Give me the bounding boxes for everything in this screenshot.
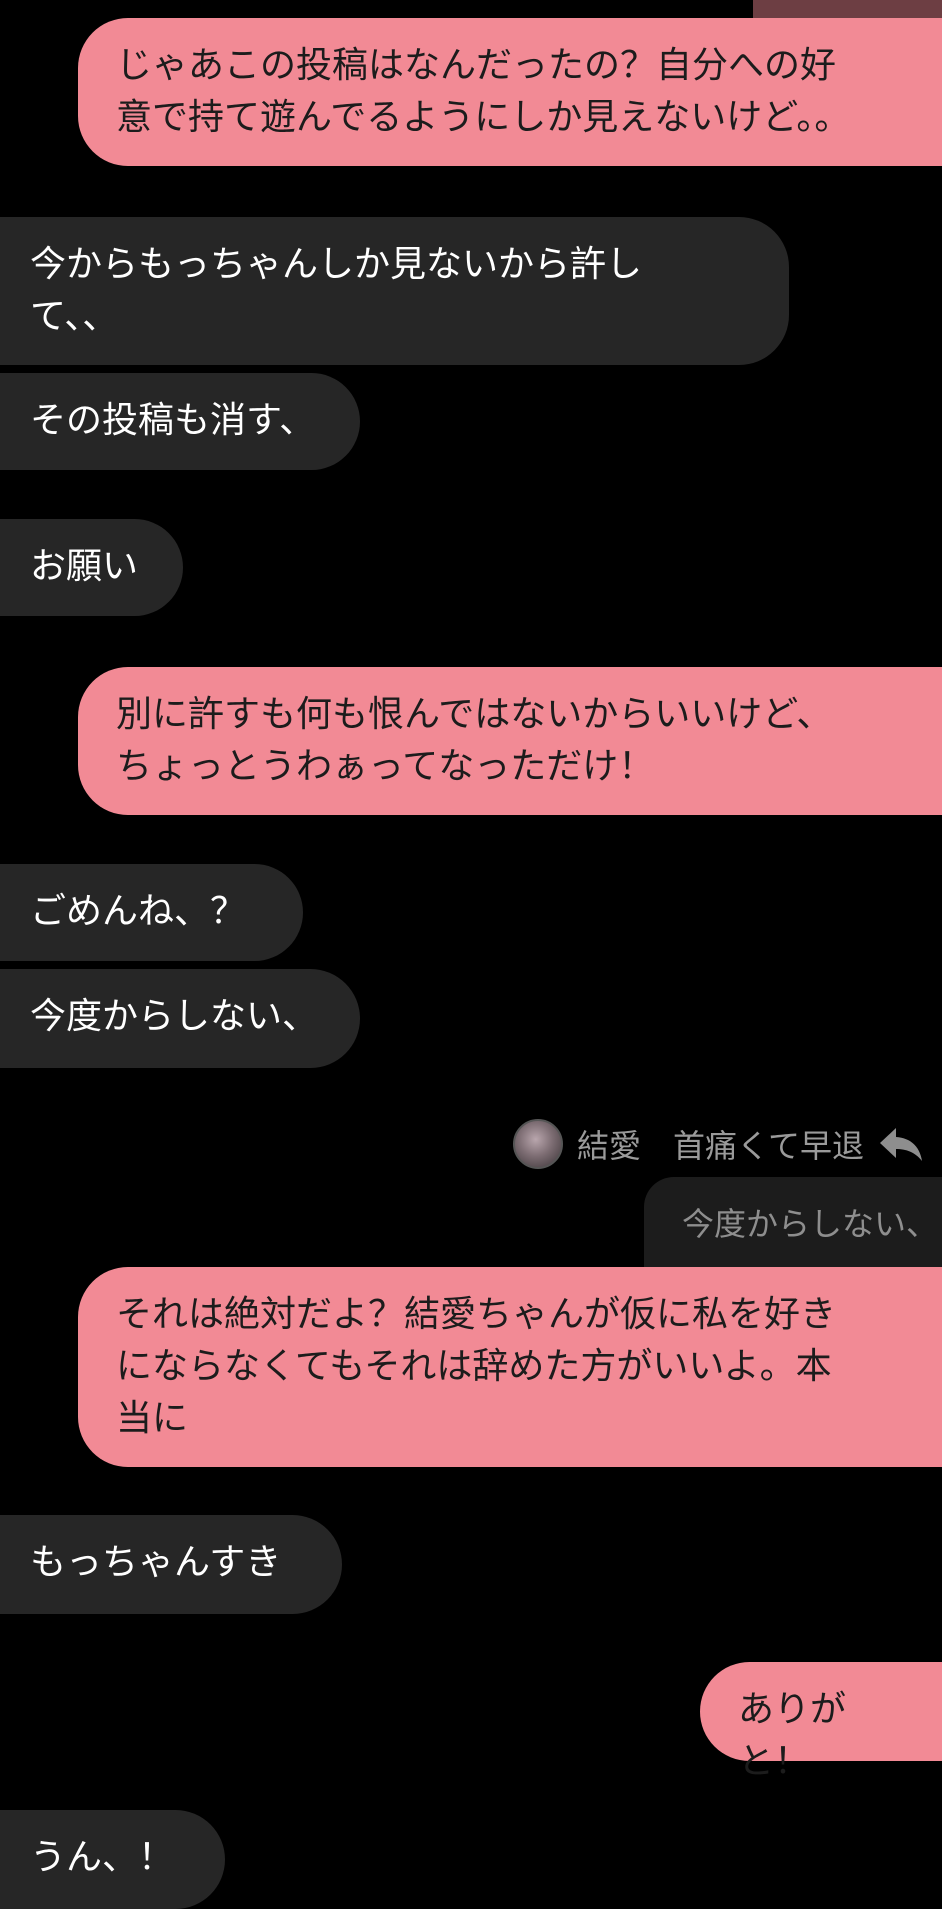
avatar[interactable]: [512, 1119, 563, 1169]
message-incoming[interactable]: ごめんね、？: [0, 864, 303, 961]
message-outgoing[interactable]: じゃあこの投稿はなんだったの？自分への好 意で持て遊んでるようにしか見えないけど…: [78, 18, 942, 166]
reply-context-header: 結愛 首痛くて早退: [512, 1116, 924, 1172]
message-outgoing[interactable]: それは絶対だよ？結愛ちゃんが仮に私を好き にならなくてもそれは辞めた方がいいよ。…: [78, 1267, 942, 1467]
message-incoming[interactable]: 今度からしない、: [0, 969, 360, 1068]
quoted-message[interactable]: 今度からしない、: [644, 1177, 942, 1267]
message-incoming[interactable]: お願い: [0, 519, 183, 616]
chat-thread[interactable]: じゃあこの投稿はなんだったの？自分への好 意で持て遊んでるようにしか見えないけど…: [0, 0, 942, 1909]
message-outgoing[interactable]: ありがと！: [700, 1662, 942, 1782]
message-incoming[interactable]: もっちゃんすき: [0, 1515, 342, 1614]
message-incoming[interactable]: 今からもっちゃんしか見ないから許し て、、: [0, 217, 789, 365]
message-incoming[interactable]: うん、！: [0, 1810, 225, 1909]
message-outgoing[interactable]: 別に許すも何も恨んではないからいいけど、 ちょっとうわぁってなっただけ！: [78, 667, 942, 815]
reply-sender-status: 首痛くて早退: [672, 1127, 864, 1165]
previous-message-edge: [753, 0, 942, 18]
message-incoming[interactable]: その投稿も消す、: [0, 373, 360, 470]
reply-arrow-icon[interactable]: [878, 1124, 924, 1164]
reply-sender-name: 結愛: [576, 1127, 641, 1165]
